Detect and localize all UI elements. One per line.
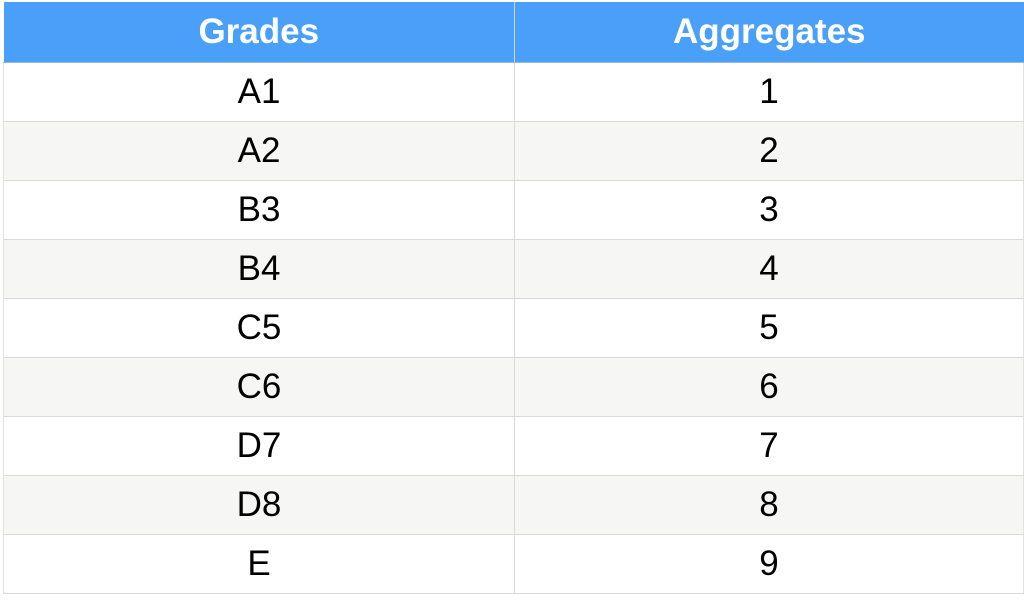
grades-aggregates-table: Grades Aggregates A1 1 A2 2 B3 3 B4 4 C5 <box>3 2 1024 594</box>
aggregate-cell: 5 <box>514 298 1024 358</box>
grades-table-container: Grades Aggregates A1 1 A2 2 B3 3 B4 4 C5 <box>3 2 1024 598</box>
table-row: A2 2 <box>3 121 1024 181</box>
grade-cell: B3 <box>3 180 515 240</box>
aggregate-cell: 2 <box>514 121 1024 181</box>
table-row: C5 5 <box>3 298 1024 358</box>
grade-cell: A1 <box>3 62 515 122</box>
grade-cell: C6 <box>3 357 515 417</box>
aggregate-cell: 9 <box>514 534 1024 594</box>
aggregate-cell: 4 <box>514 239 1024 299</box>
table-body: A1 1 A2 2 B3 3 B4 4 C5 5 C6 6 D7 7 D8 8 … <box>3 62 1024 594</box>
aggregate-cell: 6 <box>514 357 1024 417</box>
grade-cell: D8 <box>3 475 515 535</box>
grade-cell: D7 <box>3 416 515 476</box>
grade-cell: C5 <box>3 298 515 358</box>
table-row: D8 8 <box>3 475 1024 535</box>
grade-cell: A2 <box>3 121 515 181</box>
table-row: B3 3 <box>3 180 1024 240</box>
table-row: B4 4 <box>3 239 1024 299</box>
aggregate-cell: 7 <box>514 416 1024 476</box>
table-header: Grades Aggregates <box>3 2 1024 63</box>
column-header-grades: Grades <box>3 2 515 63</box>
grade-cell: E <box>3 534 515 594</box>
aggregate-cell: 1 <box>514 62 1024 122</box>
table-row: D7 7 <box>3 416 1024 476</box>
aggregate-cell: 3 <box>514 180 1024 240</box>
table-row: E 9 <box>3 534 1024 594</box>
column-header-aggregates: Aggregates <box>514 2 1024 63</box>
aggregate-cell: 8 <box>514 475 1024 535</box>
grade-cell: B4 <box>3 239 515 299</box>
table-row: C6 6 <box>3 357 1024 417</box>
header-row: Grades Aggregates <box>3 2 1024 63</box>
table-row: A1 1 <box>3 62 1024 122</box>
